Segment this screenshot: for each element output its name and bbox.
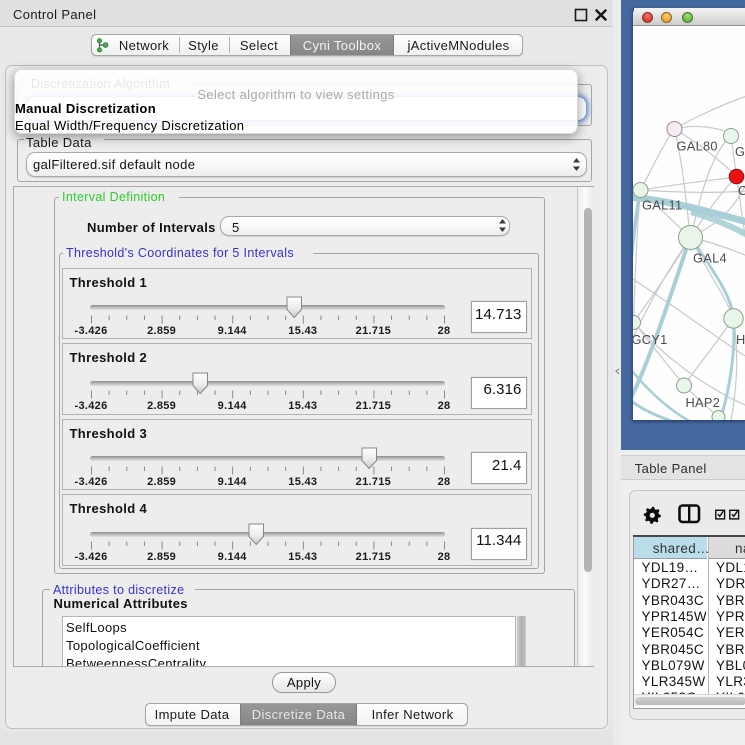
svg-text:C: C bbox=[738, 183, 745, 198]
svg-text:H: H bbox=[736, 332, 745, 347]
svg-text:GA: GA bbox=[735, 144, 745, 159]
svg-text:GAL80: GAL80 bbox=[677, 139, 718, 154]
svg-text:GCY1: GCY1 bbox=[633, 332, 668, 347]
svg-text:GAL4: GAL4 bbox=[693, 251, 727, 266]
svg-text:GAL11: GAL11 bbox=[642, 198, 682, 213]
svg-text:HAP2: HAP2 bbox=[686, 395, 721, 410]
